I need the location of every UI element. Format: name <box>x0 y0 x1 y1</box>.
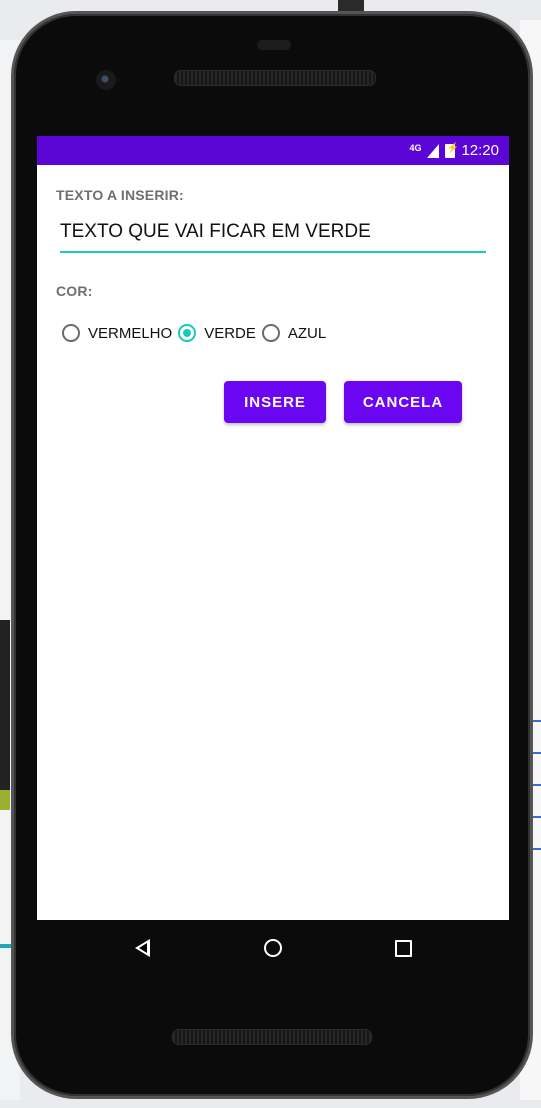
phone-emulator-frame: 4G 12:20 TEXTO A INSERIR: TEXTO QUE VAI … <box>14 14 530 1096</box>
cancel-button[interactable]: CANCELA <box>344 381 462 423</box>
insert-button[interactable]: INSERE <box>224 381 326 423</box>
home-circle-icon <box>263 939 282 957</box>
action-buttons: INSERE CANCELA <box>56 381 490 423</box>
front-camera-icon <box>96 70 116 90</box>
back-button[interactable] <box>122 928 162 968</box>
radio-unchecked-icon[interactable] <box>62 324 80 342</box>
battery-charging-icon <box>445 143 459 158</box>
earpiece <box>257 40 291 50</box>
bottom-speaker-grille <box>172 1029 372 1045</box>
background-artifact <box>0 790 10 810</box>
color-label: COR: <box>56 283 93 299</box>
background-artifact <box>0 944 14 948</box>
recents-button[interactable] <box>384 928 424 968</box>
radio-label[interactable]: VERDE <box>204 325 256 342</box>
desktop-background: 4G 12:20 TEXTO A INSERIR: TEXTO QUE VAI … <box>0 0 541 1108</box>
status-bar: 4G 12:20 <box>37 136 509 165</box>
radio-checked-icon[interactable] <box>178 324 197 342</box>
radio-unchecked-icon[interactable] <box>261 324 280 342</box>
background-artifact <box>338 0 364 12</box>
background-artifact <box>0 620 10 800</box>
radio-verde[interactable]: VERDE <box>178 324 256 342</box>
radio-azul[interactable]: AZUL <box>261 324 326 342</box>
signal-icon <box>427 143 440 158</box>
navigation-bar <box>37 920 509 976</box>
app-screen: 4G 12:20 TEXTO A INSERIR: TEXTO QUE VAI … <box>37 136 509 920</box>
back-triangle-icon <box>134 939 150 957</box>
network-type: 4G <box>409 142 422 153</box>
radio-label[interactable]: AZUL <box>288 325 326 342</box>
top-speaker-grille <box>174 70 376 86</box>
form-content: TEXTO A INSERIR: TEXTO QUE VAI FICAR EM … <box>37 187 509 423</box>
status-time: 12:20 <box>461 142 499 159</box>
text-input-field[interactable]: TEXTO QUE VAI FICAR EM VERDE <box>60 221 486 253</box>
recents-square-icon <box>395 939 413 957</box>
color-radio-group: VERMELHO VERDE AZUL <box>62 324 490 342</box>
radio-label[interactable]: VERMELHO <box>88 325 172 342</box>
radio-vermelho[interactable]: VERMELHO <box>62 324 172 342</box>
text-input-label: TEXTO A INSERIR: <box>56 187 184 203</box>
home-button[interactable] <box>253 928 293 968</box>
